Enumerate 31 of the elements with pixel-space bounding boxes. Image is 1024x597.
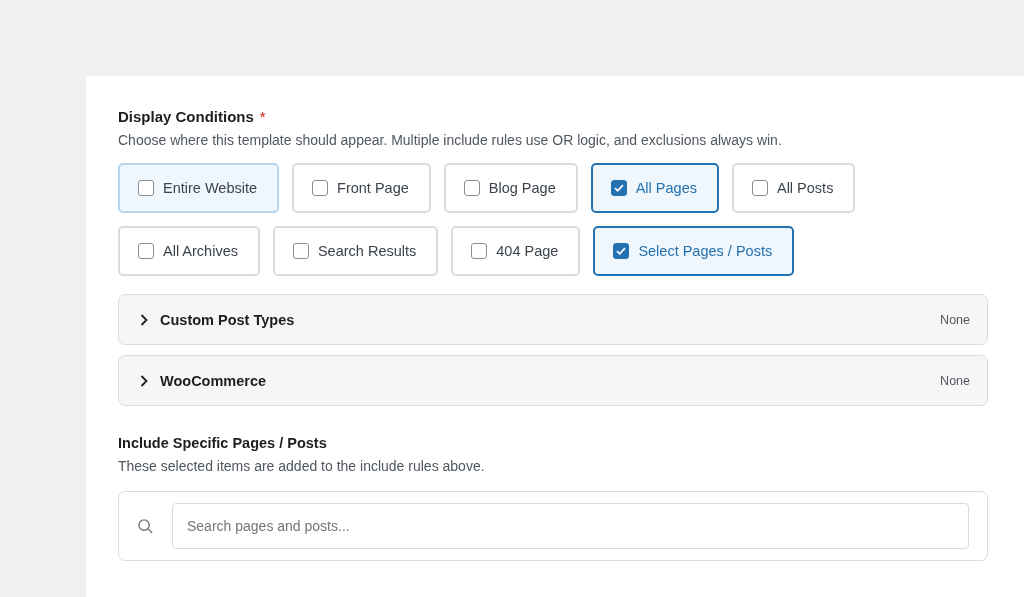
search-field[interactable]: Search pages and posts... bbox=[172, 503, 969, 549]
accordion-header[interactable]: WooCommerce None bbox=[118, 355, 988, 406]
search-icon bbox=[137, 517, 154, 535]
checkbox[interactable] bbox=[463, 180, 480, 196]
condition-option[interactable]: Blog Page bbox=[443, 163, 578, 213]
checkbox[interactable] bbox=[613, 243, 630, 259]
checkbox[interactable] bbox=[751, 180, 768, 196]
condition-option[interactable]: All Posts bbox=[731, 163, 856, 213]
checkbox[interactable] bbox=[610, 180, 627, 196]
checkbox[interactable] bbox=[312, 180, 329, 196]
condition-option[interactable]: Front Page bbox=[292, 163, 431, 213]
condition-option[interactable]: All Pages bbox=[590, 163, 719, 213]
accordion-header[interactable]: Custom Post Types None bbox=[118, 294, 988, 345]
accordion-label: WooCommerce bbox=[160, 372, 267, 389]
section-title: Display Conditions bbox=[118, 108, 254, 125]
checkbox[interactable] bbox=[471, 243, 488, 259]
include-description: These selected items are added to the include rules above. bbox=[118, 458, 486, 474]
condition-option[interactable]: All Archives bbox=[118, 226, 260, 276]
include-title: Include Specific Pages / Posts bbox=[118, 435, 328, 451]
section-description: Choose where this template should appear. Multiple include rules use OR logic, and exclusions always win. bbox=[118, 132, 783, 148]
condition-option[interactable]: 404 Page bbox=[451, 226, 581, 276]
condition-option[interactable]: Search Results bbox=[272, 226, 439, 276]
accordion-label: Custom Post Types bbox=[160, 311, 295, 328]
checkbox[interactable] bbox=[138, 180, 154, 196]
condition-option[interactable]: Entire Website bbox=[118, 163, 280, 213]
accordion-value: None bbox=[940, 312, 970, 327]
checkbox[interactable] bbox=[138, 243, 154, 259]
checkbox[interactable] bbox=[292, 243, 309, 259]
accordion-value: None bbox=[940, 373, 970, 388]
condition-option[interactable]: Select Pages / Posts bbox=[593, 226, 795, 276]
required-mark: * bbox=[259, 108, 266, 125]
